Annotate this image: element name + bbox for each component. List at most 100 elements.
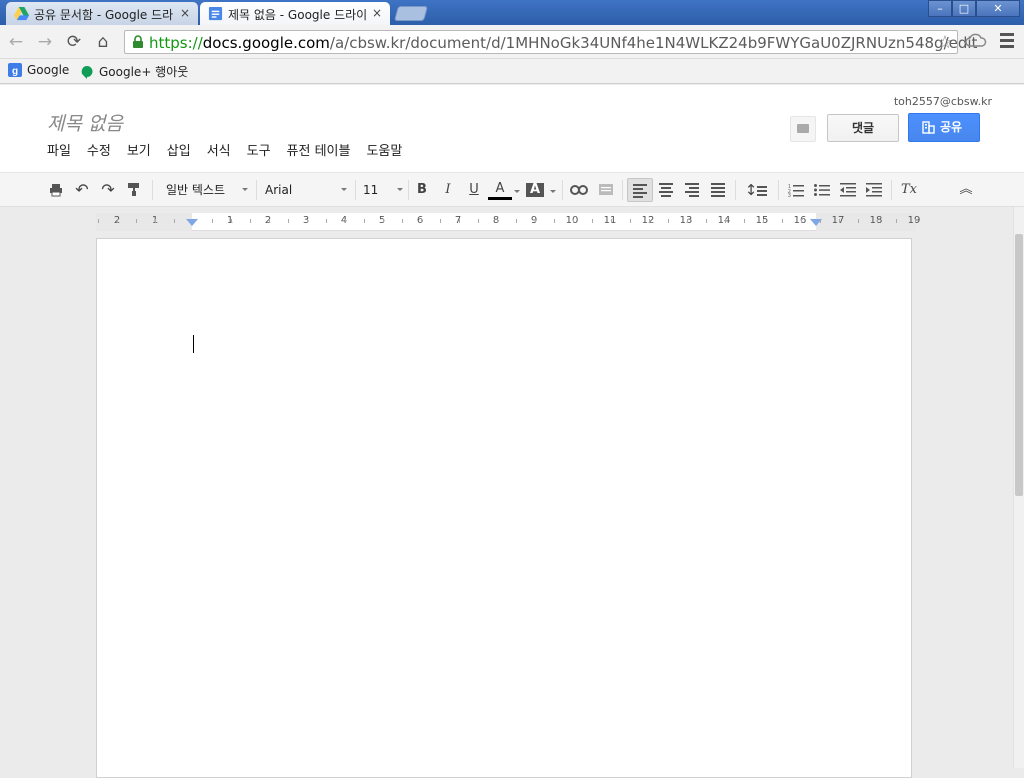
ruler-number: 11 (603, 215, 617, 226)
comments-toggle-button[interactable] (790, 116, 816, 142)
document-title[interactable]: 제목 없음 (47, 109, 123, 136)
ruler-tick (269, 219, 270, 223)
bookmarks-bar: g Google Google+ 행아웃 (0, 59, 1024, 84)
vertical-scrollbar[interactable] (1013, 207, 1024, 768)
ruler-tick (649, 219, 650, 223)
left-indent-marker[interactable] (186, 219, 198, 226)
hangouts-icon (81, 65, 93, 79)
ruler-number: 19 (907, 215, 921, 226)
svg-text:g: g (12, 66, 18, 77)
undo-icon[interactable]: ↶ (72, 178, 92, 202)
document-page[interactable] (96, 238, 912, 778)
docs-icon (208, 6, 223, 21)
ruler-tick (801, 219, 802, 223)
close-tab-icon[interactable]: × (180, 6, 190, 20)
comments-button[interactable]: 댓글 (827, 114, 899, 142)
ruler-tick (155, 219, 156, 223)
ruler-number: 16 (793, 215, 807, 226)
link-icon[interactable] (569, 178, 589, 202)
redo-icon[interactable]: ↷ (98, 178, 118, 202)
paint-format-icon[interactable] (124, 178, 144, 202)
ruler-tick (592, 219, 593, 223)
home-icon[interactable]: ⌂ (93, 32, 113, 52)
menu-format[interactable]: 서식 (207, 140, 231, 159)
increase-indent-icon[interactable] (863, 178, 885, 202)
collapse-chevron-up-icon[interactable]: ︽ (956, 178, 976, 202)
close-tab-icon[interactable]: × (372, 6, 382, 20)
bookmark-google[interactable]: g Google (8, 63, 69, 77)
tab-shared-docs[interactable]: 공유 문서함 - Google 드라 × (6, 2, 198, 25)
clear-formatting-button[interactable]: Tx (897, 178, 921, 202)
ruler-number: 7 (454, 215, 462, 226)
comment-icon (797, 124, 809, 133)
toolbar-divider (735, 180, 736, 200)
building-icon (922, 121, 935, 134)
justify-icon (711, 181, 725, 199)
ruler-tick (915, 219, 916, 223)
ruler-tick (478, 219, 479, 223)
underline-button[interactable]: U (465, 178, 483, 202)
maximize-button[interactable]: □ (952, 0, 976, 17)
bulleted-list-icon[interactable] (811, 178, 833, 202)
line-spacing-icon[interactable]: ↕ (740, 178, 772, 202)
forward-icon[interactable]: → (35, 32, 55, 52)
menu-fusion-tables[interactable]: 퓨전 테이블 (287, 140, 351, 159)
ruler-number: 9 (530, 215, 538, 226)
ruler-tick (250, 219, 251, 223)
tab-untitled-doc[interactable]: 제목 없음 - Google 드라이 × (200, 2, 390, 25)
align-center-button[interactable] (655, 178, 677, 202)
reload-icon[interactable]: ⟳ (64, 32, 84, 52)
paragraph-style-select[interactable]: 일반 텍스트 (166, 178, 248, 202)
decrease-indent-icon[interactable] (837, 178, 859, 202)
address-bar[interactable]: https://docs.google.com/a/cbsw.kr/docume… (124, 30, 977, 54)
minimize-button[interactable]: – (928, 0, 952, 17)
italic-button[interactable]: I (439, 178, 457, 202)
align-right-button[interactable] (681, 178, 703, 202)
new-tab-button[interactable] (393, 6, 429, 21)
menu-file[interactable]: 파일 (47, 140, 71, 159)
ruler-number: 2 (264, 215, 272, 226)
ruler-tick (402, 219, 403, 223)
back-icon[interactable]: ← (6, 32, 26, 52)
align-left-button[interactable] (627, 178, 653, 202)
align-right-icon (685, 181, 699, 199)
close-window-button[interactable]: ✕ (976, 0, 1020, 17)
menu-help[interactable]: 도움말 (366, 140, 402, 159)
bold-button[interactable]: B (413, 178, 431, 202)
account-menu[interactable]: toh2557@cbsw.kr (894, 95, 1002, 195)
cloud-extension-icon[interactable] (965, 32, 987, 48)
insert-comment-icon[interactable] (596, 178, 616, 202)
ruler-number: 14 (717, 215, 731, 226)
ruler-tick (174, 219, 175, 223)
ruler-number: 4 (340, 215, 348, 226)
print-icon[interactable] (46, 178, 66, 202)
bookmark-label: Google (27, 63, 70, 77)
bookmark-hangouts[interactable]: Google+ 행아웃 (80, 63, 188, 80)
justify-button[interactable] (707, 178, 729, 202)
toolbar-divider (408, 180, 409, 200)
ruler-tick (782, 219, 783, 223)
text-cursor (193, 335, 194, 353)
ruler-tick (98, 219, 99, 223)
numbered-list-icon[interactable]: 123 (785, 178, 807, 202)
ruler-tick (744, 219, 745, 223)
share-button[interactable]: 공유 (908, 113, 980, 142)
docs-header: 제목 없음 파일 수정 보기 삽입 서식 도구 퓨전 테이블 도움말 toh25… (0, 85, 1024, 195)
font-size-select[interactable]: 11 (363, 178, 403, 202)
ruler-tick (364, 219, 365, 223)
scrollbar-thumb[interactable] (1015, 234, 1023, 496)
menu-tools[interactable]: 도구 (247, 140, 271, 159)
chrome-menu-icon[interactable] (1000, 33, 1014, 51)
menu-view[interactable]: 보기 (127, 140, 151, 159)
font-family-select[interactable]: Arial (265, 178, 347, 202)
text-color-dropdown-icon[interactable] (512, 178, 522, 202)
menu-edit[interactable]: 수정 (87, 140, 111, 159)
highlight-color-button[interactable]: A (526, 183, 544, 197)
ruler-tick (497, 219, 498, 223)
text-color-button[interactable]: A (488, 178, 512, 200)
right-indent-marker[interactable] (810, 219, 822, 226)
bookmark-label: Google+ 행아웃 (99, 65, 189, 79)
menu-insert[interactable]: 삽입 (167, 140, 191, 159)
bookmark-star-icon[interactable]: ☆ (937, 32, 953, 53)
highlight-dropdown-icon[interactable] (548, 178, 558, 202)
